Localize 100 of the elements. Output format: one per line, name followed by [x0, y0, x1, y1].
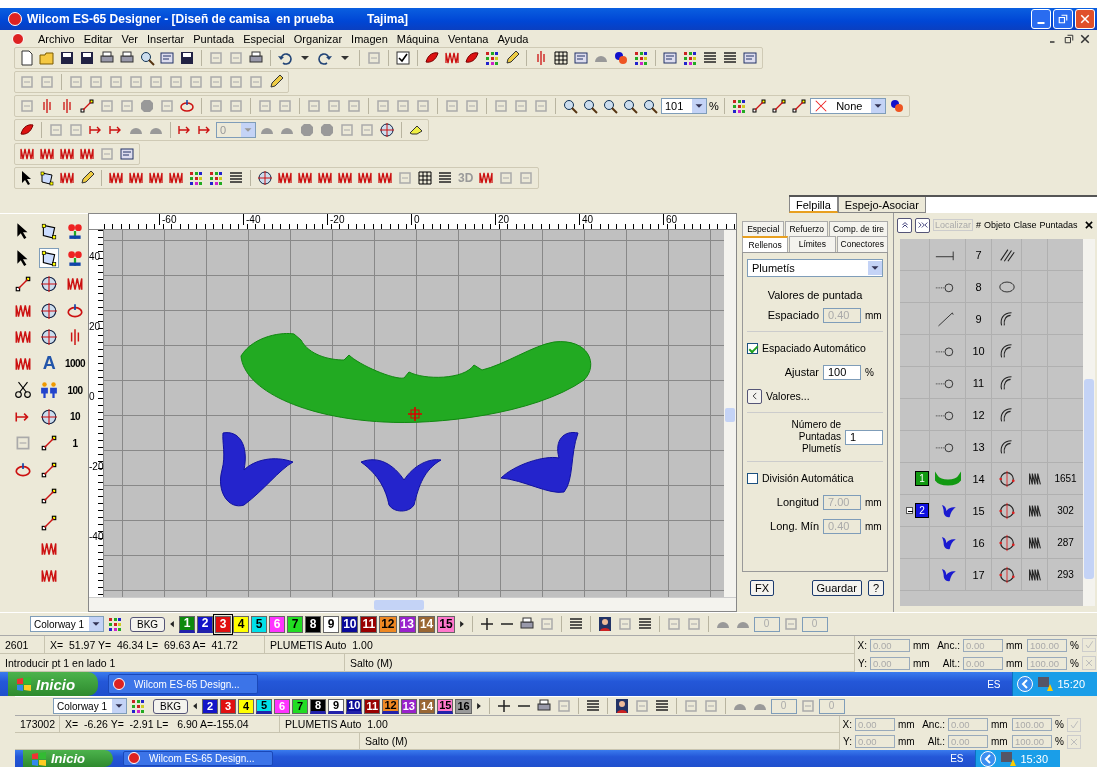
grid-icon[interactable]: [417, 170, 433, 186]
color-dots-icon[interactable]: [633, 50, 649, 66]
color-swatch[interactable]: 5: [251, 615, 268, 633]
target-icon[interactable]: [40, 275, 58, 294]
color-swatch[interactable]: 7: [292, 698, 309, 714]
menu-item[interactable]: Máquina: [396, 32, 439, 45]
zigzag-stitch-icon[interactable]: [337, 170, 353, 186]
zoom-field[interactable]: 101: [661, 98, 707, 114]
zigzag-stitch-icon[interactable]: [357, 170, 373, 186]
ring-icon[interactable]: [179, 98, 195, 114]
nodes-icon[interactable]: [40, 487, 58, 506]
scissors-icon[interactable]: [14, 381, 32, 400]
color-swatch[interactable]: 11: [364, 698, 381, 714]
zigzag-stitch-icon[interactable]: [168, 170, 184, 186]
apply-check-icon[interactable]: [1082, 638, 1096, 652]
target-icon[interactable]: [40, 407, 58, 426]
flower-icon[interactable]: [66, 222, 84, 241]
start-button[interactable]: Inicio: [8, 672, 98, 696]
color-dots-icon[interactable]: [730, 98, 747, 114]
pencil-icon[interactable]: [268, 74, 284, 90]
color-swatch[interactable]: 3: [220, 698, 237, 714]
menu-item[interactable]: Organizar: [293, 32, 343, 45]
color-swatch[interactable]: 7: [287, 615, 304, 633]
leaf-icon[interactable]: [19, 122, 35, 138]
tool-button[interactable]: A: [36, 353, 62, 375]
list-icon[interactable]: [567, 616, 584, 632]
color-swatch[interactable]: 13: [398, 615, 416, 633]
zigzag-stitch-icon[interactable]: [444, 50, 460, 66]
list-icon[interactable]: [702, 50, 718, 66]
magnifier-icon[interactable]: [602, 98, 618, 114]
zigzag-stitch-icon[interactable]: [39, 146, 55, 162]
color-swatch[interactable]: 11: [360, 615, 378, 633]
color-dots-icon[interactable]: [107, 616, 123, 632]
list-icon[interactable]: [584, 698, 601, 714]
color-swatch[interactable]: 3: [215, 615, 232, 633]
column-header[interactable]: Puntadas: [1039, 220, 1078, 230]
color-dots-icon[interactable]: [208, 170, 224, 186]
menu-item[interactable]: Insertar: [146, 32, 185, 45]
minimize-button[interactable]: [1031, 9, 1051, 29]
expand-all-button[interactable]: [915, 217, 930, 233]
color-swatch[interactable]: 4: [233, 615, 250, 633]
language-indicator[interactable]: ES: [987, 678, 1001, 690]
properties-tab[interactable]: Límites: [789, 236, 836, 252]
tool-button[interactable]: 100: [62, 384, 88, 396]
restore-icon[interactable]: [1063, 32, 1075, 45]
undo-icon[interactable]: [277, 50, 293, 66]
portrait-icon[interactable]: [596, 616, 613, 632]
color-swatch[interactable]: 14: [417, 615, 436, 633]
scrollbar-thumb[interactable]: [374, 600, 424, 610]
page-icon[interactable]: [19, 50, 35, 66]
printer-icon[interactable]: [518, 616, 535, 632]
vertical-scrollbar[interactable]: [724, 230, 736, 597]
menu-item[interactable]: Ventana: [448, 32, 489, 45]
column-header[interactable]: #: [976, 220, 982, 230]
color-swatch[interactable]: 16: [455, 698, 472, 714]
design-canvas[interactable]: [104, 230, 724, 597]
count-spinbox[interactable]: 1: [845, 429, 883, 445]
target-icon[interactable]: [40, 301, 58, 320]
nodes-icon[interactable]: [40, 513, 58, 532]
target-icon[interactable]: [379, 122, 395, 138]
zigzag-stitch-icon[interactable]: [148, 170, 164, 186]
magnifier-icon[interactable]: [562, 98, 578, 114]
expander-icon[interactable]: [906, 507, 913, 514]
ring-icon[interactable]: [66, 301, 84, 320]
flower-icon[interactable]: [66, 248, 84, 267]
color-swatch[interactable]: 2: [202, 698, 219, 714]
printer-icon[interactable]: [99, 50, 115, 66]
color-swatch[interactable]: 10: [341, 615, 359, 633]
magnifier-icon[interactable]: [622, 98, 638, 114]
color-swatch[interactable]: 8: [310, 698, 327, 714]
target-icon[interactable]: [40, 328, 58, 347]
color-swatch[interactable]: 5: [256, 698, 273, 714]
pencil-icon[interactable]: [504, 50, 520, 66]
properties-tab[interactable]: Conectores: [836, 236, 888, 252]
card-icon[interactable]: [119, 146, 135, 162]
column-header[interactable]: Clase: [1013, 220, 1037, 230]
plus-icon[interactable]: [478, 616, 495, 632]
color-swatch[interactable]: 9: [328, 698, 345, 714]
properties-tab[interactable]: Rellenos: [742, 236, 789, 252]
printer-icon[interactable]: [535, 698, 552, 714]
nodes-icon[interactable]: [79, 98, 95, 114]
menu-item[interactable]: Editar: [83, 32, 113, 45]
scrollbar-thumb[interactable]: [1084, 379, 1094, 579]
color-swatch[interactable]: 8: [305, 615, 322, 633]
portrait-icon[interactable]: [613, 698, 630, 714]
zigzag-stitch-icon[interactable]: [297, 170, 313, 186]
list-icon[interactable]: [722, 50, 738, 66]
zigzag-stitch-icon[interactable]: [277, 170, 293, 186]
embroidery-shape[interactable]: [360, 459, 442, 512]
zigzag-stitch-icon[interactable]: [79, 146, 95, 162]
printer-icon[interactable]: [248, 50, 264, 66]
nodes-icon[interactable]: [14, 275, 32, 294]
zigzag-stitch-icon[interactable]: [59, 146, 75, 162]
color-swatch[interactable]: 15: [437, 698, 454, 714]
vertical-scrollbar[interactable]: [1083, 239, 1095, 606]
apply-check-icon[interactable]: [1067, 717, 1081, 732]
close-button[interactable]: [1075, 9, 1095, 29]
printer-icon[interactable]: [119, 50, 135, 66]
card-icon[interactable]: [742, 50, 758, 66]
nodes-icon[interactable]: [750, 98, 767, 114]
